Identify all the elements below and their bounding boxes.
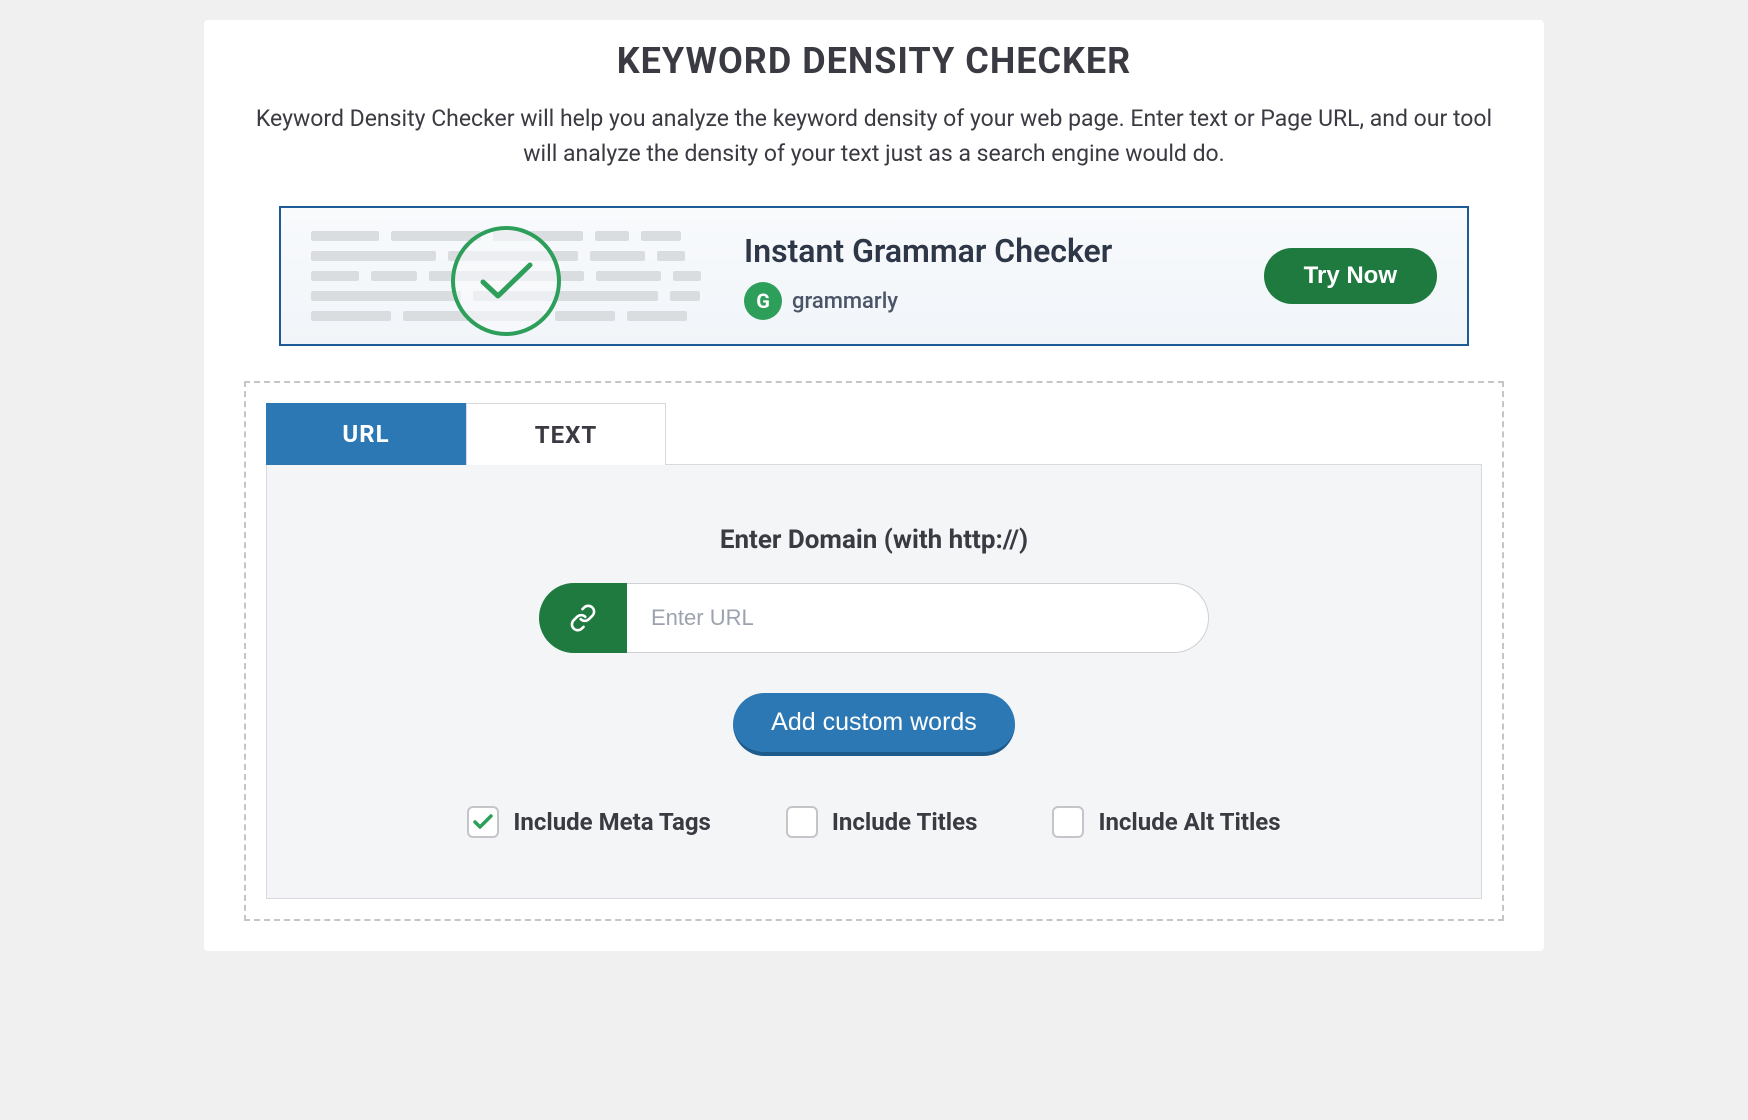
checkbox-label-alt: Include Alt Titles [1098, 808, 1280, 836]
add-custom-words-button[interactable]: Add custom words [733, 693, 1015, 756]
grammarly-icon: G [744, 282, 782, 320]
ad-brand-name: grammarly [792, 289, 898, 314]
url-input[interactable] [627, 583, 1209, 653]
domain-label: Enter Domain (with http://) [307, 525, 1441, 555]
link-icon [539, 583, 627, 653]
checkmark-circle-icon [451, 226, 561, 336]
ad-headline: Instant Grammar Checker [744, 232, 1264, 270]
ad-banner[interactable]: Instant Grammar Checker G grammarly Try … [279, 206, 1469, 346]
ad-brand: G grammarly [744, 282, 1264, 320]
main-container: KEYWORD DENSITY CHECKER Keyword Density … [204, 20, 1544, 951]
checkbox-label-titles: Include Titles [832, 808, 978, 836]
checkbox-meta-tags[interactable] [467, 806, 499, 838]
checkbox-item-meta: Include Meta Tags [467, 806, 710, 838]
checkbox-label-meta: Include Meta Tags [513, 808, 710, 836]
page-title: KEYWORD DENSITY CHECKER [234, 40, 1514, 82]
tab-content-url: Enter Domain (with http://) Add custom w… [266, 464, 1482, 899]
ad-text-block: Instant Grammar Checker G grammarly [744, 232, 1264, 320]
checkbox-titles[interactable] [786, 806, 818, 838]
checkbox-item-alt: Include Alt Titles [1052, 806, 1280, 838]
input-area: URL TEXT Enter Domain (with http://) Add… [244, 381, 1504, 921]
checkbox-item-titles: Include Titles [786, 806, 978, 838]
checkbox-alt-titles[interactable] [1052, 806, 1084, 838]
ad-skeleton-lines [311, 231, 701, 321]
checkbox-options: Include Meta Tags Include Titles Include… [307, 806, 1441, 838]
ad-try-now-button[interactable]: Try Now [1264, 248, 1437, 304]
page-description: Keyword Density Checker will help you an… [234, 102, 1514, 171]
url-input-group [539, 583, 1209, 653]
tab-text[interactable]: TEXT [466, 403, 666, 465]
tab-list: URL TEXT [266, 403, 1482, 465]
ad-graphic [311, 231, 744, 321]
tab-url[interactable]: URL [266, 403, 466, 465]
